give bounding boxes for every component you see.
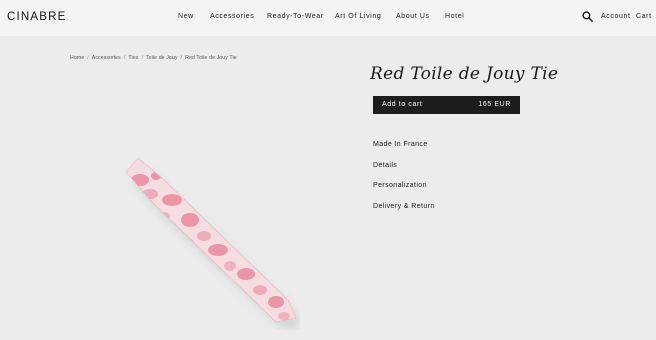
breadcrumb-separator: / [180, 55, 183, 61]
breadcrumb-ties[interactable]: Ties [128, 55, 138, 61]
add-to-cart-button[interactable]: Add to cart 165 EUR [373, 96, 520, 114]
nav-item-about-us[interactable]: About Us [396, 13, 430, 20]
nav-item-hotel[interactable]: Hotel [445, 13, 464, 20]
breadcrumb-separator: / [141, 55, 143, 61]
breadcrumb: Home / Accessories / Ties / Toile de Jouy / Red … [70, 46, 237, 61]
nav-item-ready-to-wear[interactable]: Ready-To-Wear [267, 13, 324, 20]
main-nav: New Accessories Ready-To-Wear Art Of Liv… [0, 13, 656, 25]
product-image-tie[interactable] [100, 150, 300, 330]
breadcrumb-home[interactable]: Home [70, 55, 84, 61]
product-title: Red Toile de Jouy Tie [370, 64, 559, 84]
nav-item-art-of-living[interactable]: Art Of Living [335, 13, 381, 20]
info-delivery-return[interactable]: Delivery & Return [373, 203, 435, 210]
add-to-cart-label: Add to cart [382, 101, 423, 108]
product-price: 165 EUR [478, 101, 511, 108]
info-made-in-france[interactable]: Made In France [373, 141, 428, 148]
account-link[interactable]: Account [601, 13, 631, 20]
nav-item-accessories[interactable]: Accessories [210, 13, 254, 20]
breadcrumb-current: Red Toile de Jouy Tie [185, 55, 237, 61]
breadcrumb-toile-de-jouy[interactable]: Toile de Jouy [146, 55, 178, 61]
info-details[interactable]: Details [373, 162, 397, 169]
breadcrumb-separator: / [87, 55, 89, 61]
info-personalization[interactable]: Personalization [373, 182, 427, 189]
breadcrumb-separator: / [123, 55, 126, 61]
nav-item-new[interactable]: New [178, 13, 194, 20]
top-header: CINABRE New Accessories Ready-To-Wear Ar… [0, 0, 656, 36]
search-icon[interactable] [582, 11, 593, 22]
breadcrumb-accessories[interactable]: Accessories [92, 55, 121, 61]
cart-link[interactable]: Cart [636, 13, 652, 20]
